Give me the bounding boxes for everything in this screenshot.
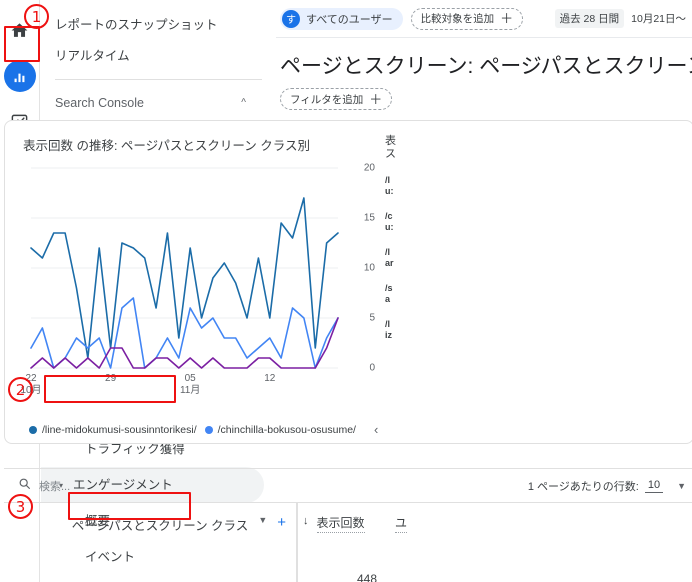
right-pane-item-line2: iz [385,330,393,340]
chevron-down-icon: ▼ [677,480,686,491]
table-column-divider [297,502,298,582]
x-axis-tick-label: 12 [264,373,275,385]
search-icon [18,477,31,495]
right-pane-item-line2: ar [385,258,394,268]
add-comparison-button[interactable]: 比較対象を追加 ＋ [410,7,524,30]
date-preset-label: 過去 28 日間 [554,9,625,28]
x-tick-month: 11月 [179,385,201,396]
annotation-marker-1: 1 [24,4,49,29]
right-pane-item[interactable]: /c u: [385,211,692,233]
audience-chip-all-users[interactable]: す すべてのユーザー [280,7,403,30]
chart-card: 表示回数 の推移: ページパスとスクリーン クラス別 0 5 10 15 20 22 10… [4,120,692,444]
sidebar-item-reports-snapshot[interactable]: レポートのスナップショット [41,8,276,38]
rows-per-page-value: 10 [644,479,664,493]
nav-divider-1 [55,79,262,80]
chart-legend: /line-midokumusi-sousinntorikesi/ /chinc… [23,422,379,437]
y-axis-tick-label: 5 [369,312,375,324]
right-pane-item[interactable]: /s a [385,283,692,305]
right-pane-item[interactable]: /l u: [385,175,692,197]
legend-item[interactable]: /chinchilla-bokusou-osusume/ [204,423,356,436]
rows-per-page-selector[interactable]: 1 ページあたりの行数: 10 ▼ [528,478,686,494]
dimension-header-label: ページパスとスクリーン クラス [71,519,249,533]
add-dimension-icon[interactable]: + [277,515,286,530]
x-tick-day: 05 [184,373,196,384]
avatar: す [282,9,300,28]
y-axis-tick-label: 20 [363,162,375,174]
x-tick-day: 29 [105,373,117,384]
right-pane-item-line1: /s [385,283,393,293]
search-placeholder: 検索... [39,480,71,493]
right-pane-title-line2: ス [385,148,396,160]
sidebar-section-label: Search Console [55,95,144,110]
legend-dot-icon [29,425,37,434]
date-range-picker[interactable]: 過去 28 日間 10月21日〜 [554,9,686,28]
reports-icon[interactable] [3,60,36,92]
legend-prev-button[interactable]: ‹ [374,422,378,437]
annotation-marker-2: 2 [8,377,33,402]
metric-header-label: 表示回数 [316,515,365,533]
page-title: ページとスクリーン: ページパスとスクリーン クラス [280,55,692,78]
sidebar-label-realtime: リアルタイム [55,48,130,63]
chart-title: 表示回数 の推移: ページパスとスクリーン クラス別 [23,139,311,153]
right-pane-item-line1: /l [385,247,391,257]
plus-icon: ＋ [500,11,514,26]
sidebar-item-label: トラフィック獲得 [85,441,185,456]
right-pane-item-line2: u: [385,222,394,232]
legend-item[interactable]: /line-midokumusi-sousinntorikesi/ [29,424,197,436]
add-filter-button[interactable]: フィルタを追加 ＋ [280,88,393,110]
right-pane-item-line2: u: [385,186,394,196]
table-header-dimension[interactable]: ページパスとスクリーン クラス ▼ + [4,503,297,582]
sidebar-label-snapshot: レポートのスナップショット [55,17,218,32]
sidebar-section-search-console[interactable]: Search Console ^ [41,85,264,121]
legend-dot-icon [204,425,213,434]
legend-pager[interactable]: ‹ › [368,422,379,437]
table-header-metric-users[interactable]: ユ [385,503,408,582]
line-chart-svg [30,167,339,369]
ga4-pages-and-screens-screen: レポートのスナップショット リアルタイム Search Console ^ Se… [0,0,692,582]
right-pane-title-line1: 表 [385,135,396,147]
legend-label: /line-midokumusi-sousinntorikesi/ [42,423,197,436]
right-pane-item-line2: a [385,294,391,304]
sort-descending-icon: ↓ [303,515,309,527]
x-tick-day: 12 [264,373,276,384]
search-input[interactable]: 検索... [18,477,70,495]
sidebar-item-realtime[interactable]: リアルタイム [41,38,264,74]
filter-row: フィルタを追加 ＋ [276,86,692,120]
add-comparison-label: 比較対象を追加 [420,13,495,25]
table-header: ページパスとスクリーン クラス ▼ + ↓ 表示回数 ユ [4,502,692,582]
chevron-up-icon: ^ [241,97,246,109]
x-axis-tick-label: 29 [105,373,116,385]
rows-per-page-label: 1 ページあたりの行数: [527,480,639,493]
y-axis-tick-label: 0 [369,362,375,374]
plus-icon: ＋ [369,91,383,107]
top-pages-pane: 表 ス /l u: /c u: /l ar /s a /l iz [379,121,692,443]
report-topbar: す すべてのユーザー 比較対象を追加 ＋ 過去 28 日間 10月21日〜 [276,0,692,38]
add-filter-label: フィルタを追加 [290,93,364,106]
table-cell-views-row1: 448 [356,572,377,582]
chart-series-line [30,317,339,369]
right-pane-item[interactable]: /l ar [385,247,692,269]
audience-chip-label: すべてのユーザー [306,13,393,26]
y-axis-tick-label: 15 [363,212,375,224]
x-axis-tick-label: 05 11月 [180,373,200,397]
metric2-header-label: ユ [395,515,408,533]
line-chart[interactable]: 0 5 10 15 20 22 10月 29 05 11月 12 [20,160,375,400]
table-toolbar: 検索... 1 ページあたりの行数: 10 ▼ [4,468,692,502]
table-header-metric-views[interactable]: ↓ 表示回数 [297,503,385,582]
y-axis-tick-label: 10 [363,262,375,274]
legend-label: /chinchilla-bokusou-osusume/ [217,423,356,436]
right-pane-item-line1: /l [385,175,391,185]
date-range-label: 10月21日〜 [631,13,686,25]
right-pane-title: 表 ス [385,135,692,161]
annotation-marker-3: 3 [8,494,33,519]
chart-series-line [30,297,339,369]
chevron-down-icon[interactable]: ▼ [258,515,267,525]
right-pane-item-line1: /l [385,319,391,329]
right-pane-item[interactable]: /l iz [385,319,692,341]
line-chart-pane: 表示回数 の推移: ページパスとスクリーン クラス別 0 5 10 15 20 22 10… [5,121,379,443]
right-pane-item-line1: /c [385,211,393,221]
